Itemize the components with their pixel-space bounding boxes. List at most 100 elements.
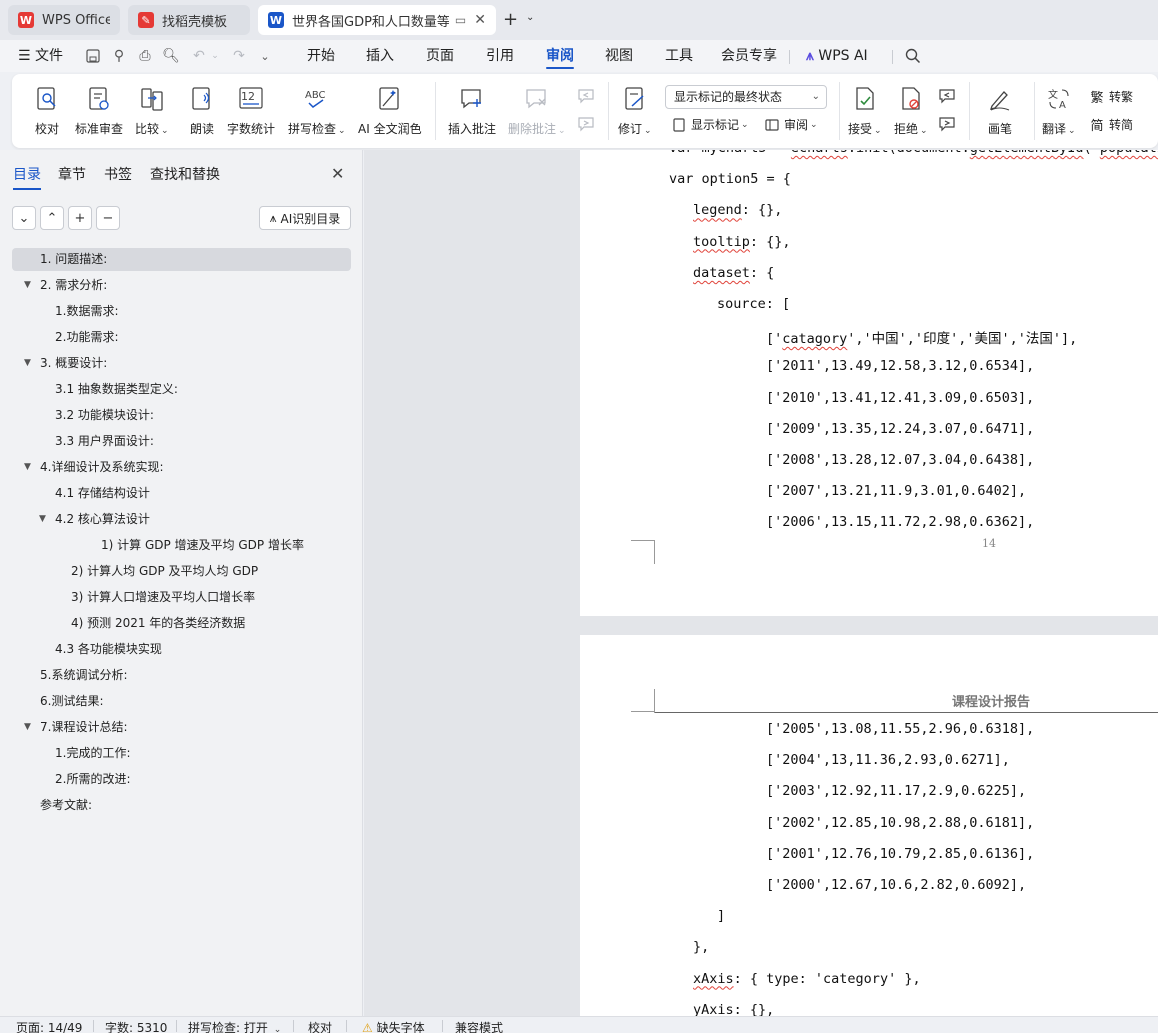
tab-bookmarks[interactable]: 书签 <box>104 164 132 184</box>
toc-item[interactable]: 2.功能需求: <box>12 326 351 349</box>
menu-start[interactable]: 开始 <box>307 40 335 72</box>
collapse-all-icon[interactable]: ⌃ <box>40 206 64 230</box>
status-divider <box>93 1020 94 1032</box>
insert-comment-button[interactable]: 插入批注 <box>448 84 496 137</box>
next-change-icon[interactable] <box>938 116 956 132</box>
compare-button[interactable]: 比较 ⌄ <box>135 84 169 137</box>
previous-change-icon[interactable] <box>938 88 956 104</box>
toc-item-label: 7.课程设计总结: <box>40 720 128 734</box>
tab-current-document[interactable]: W 世界各国GDP和人口数量等数 ▭ ✕ <box>258 5 496 35</box>
next-comment-icon[interactable] <box>577 116 595 132</box>
toc-item[interactable]: 4.1 存储结构设计 <box>12 482 351 505</box>
toc-item[interactable]: ▼ 7.课程设计总结: <box>12 716 351 739</box>
expand-triangle-icon[interactable]: ▼ <box>24 716 31 739</box>
link-icon[interactable]: ⚲ <box>109 46 129 66</box>
read-aloud-button[interactable]: 朗读 <box>187 84 217 137</box>
search-icon[interactable] <box>903 46 923 66</box>
toc-item[interactable]: 2) 计算人均 GDP 及平均人均 GDP <box>12 560 351 583</box>
review-pane-dropdown[interactable]: 审阅 ⌄ <box>764 116 818 133</box>
toc-item[interactable]: 参考文献: <box>12 794 351 817</box>
print-icon[interactable]: ⎙ <box>135 46 155 66</box>
reject-button[interactable]: 拒绝 ⌄ <box>894 84 928 137</box>
file-menu[interactable]: ☰ 文件 <box>18 40 63 72</box>
expand-triangle-icon[interactable]: ▼ <box>39 508 46 531</box>
toc-item[interactable]: 1. 问题描述: <box>12 248 351 271</box>
menu-references[interactable]: 引用 <box>486 40 514 72</box>
menu-page[interactable]: 页面 <box>426 40 454 72</box>
previous-comment-icon[interactable] <box>577 88 595 104</box>
monitor-icon[interactable]: ▭ <box>455 13 466 27</box>
toc-item[interactable]: ▼ 4.详细设计及系统实现: <box>12 456 351 479</box>
new-tab-icon[interactable]: + <box>503 9 518 30</box>
toc-item[interactable]: 1.完成的工作: <box>12 742 351 765</box>
proofread-button[interactable]: 校对 <box>32 84 62 137</box>
tab-chapters[interactable]: 章节 <box>58 164 86 184</box>
redo-icon[interactable]: ↷ <box>229 46 249 66</box>
word-count-button[interactable]: 12 字数统计 <box>227 84 275 137</box>
track-changes-button[interactable]: 修订 ⌄ <box>618 84 652 137</box>
spell-check-status[interactable]: 拼写检查: 打开 ⌄ <box>188 1019 281 1033</box>
close-icon[interactable]: ✕ <box>331 164 344 183</box>
spell-check-label: 拼写检查 ⌄ <box>288 122 346 136</box>
code-line: ['2007',13.21,11.9,3.01,0.6402], <box>766 483 1027 500</box>
standard-review-button[interactable]: 标准审查 <box>75 84 123 137</box>
expand-triangle-icon[interactable]: ▼ <box>24 456 31 479</box>
to-traditional-button[interactable]: 繁 转繁 <box>1089 88 1133 106</box>
code-line: ] <box>717 908 726 925</box>
remove-heading-icon[interactable]: − <box>96 206 120 230</box>
code-line: }, <box>693 939 710 956</box>
status-divider <box>346 1020 347 1032</box>
wps-ai-menu[interactable]: ⩚ WPS AI <box>806 40 868 72</box>
toc-item[interactable]: 2.所需的改进: <box>12 768 351 791</box>
toc-item[interactable]: 1.数据需求: <box>12 300 351 323</box>
tab-wps-office[interactable]: W WPS Office <box>8 5 120 35</box>
toc-item[interactable]: 5.系统调试分析: <box>12 664 351 687</box>
show-markup-dropdown[interactable]: 显示标记 ⌄ <box>671 116 749 133</box>
save-icon[interactable] <box>83 46 103 66</box>
toc-item[interactable]: 1) 计算 GDP 增速及平均 GDP 增长率 <box>12 534 351 557</box>
svg-text:12: 12 <box>241 90 255 103</box>
to-simplified-button[interactable]: 简 转简 <box>1089 116 1133 134</box>
translate-button[interactable]: 文A 翻译 ⌄ <box>1042 84 1076 137</box>
toc-item[interactable]: 3.1 抽象数据类型定义: <box>12 378 351 401</box>
undo-dropdown-icon[interactable]: ⌄ <box>205 46 225 66</box>
page-indicator[interactable]: 页面: 14/49 <box>16 1019 82 1033</box>
menu-tools[interactable]: 工具 <box>665 40 693 72</box>
menu-review[interactable]: 审阅 <box>546 40 574 72</box>
ribbon-divider <box>435 82 436 140</box>
toc-item[interactable]: ▼ 4.2 核心算法设计 <box>12 508 351 531</box>
tab-toc[interactable]: 目录 <box>13 164 41 190</box>
accept-button[interactable]: 接受 ⌄ <box>848 84 882 137</box>
ai-detect-toc-button[interactable]: ⩚ AI识别目录 <box>259 206 351 230</box>
menu-insert[interactable]: 插入 <box>366 40 394 72</box>
close-tab-icon[interactable]: ✕ <box>474 12 486 28</box>
toc-item[interactable]: 6.测试结果: <box>12 690 351 713</box>
more-quick-access-icon[interactable]: ⌄ <box>255 46 275 66</box>
delete-comment-button[interactable]: 删除批注 ⌄ <box>508 84 566 137</box>
tab-find-replace[interactable]: 查找和替换 <box>150 164 220 184</box>
toc-item[interactable]: ▼ 2. 需求分析: <box>12 274 351 297</box>
toc-item[interactable]: 3) 计算人口增速及平均人口增长率 <box>12 586 351 609</box>
toc-item[interactable]: 3.2 功能模块设计: <box>12 404 351 427</box>
menu-view[interactable]: 视图 <box>605 40 633 72</box>
toc-item[interactable]: 3.3 用户界面设计: <box>12 430 351 453</box>
print-preview-icon[interactable]: 🔍︎ <box>161 46 181 66</box>
tab-bar: W WPS Office ✎ 找稻壳模板 W 世界各国GDP和人口数量等数 ▭ … <box>0 0 1158 40</box>
spell-check-button[interactable]: ABC 拼写检查 ⌄ <box>288 84 346 137</box>
menu-member[interactable]: 会员专享 <box>721 40 777 72</box>
word-count-indicator[interactable]: 字数: 5310 <box>105 1019 167 1033</box>
expand-triangle-icon[interactable]: ▼ <box>24 352 31 375</box>
markup-mode-select[interactable]: 显示标记的最终状态 ⌄ <box>665 85 827 109</box>
pen-button[interactable]: 画笔 <box>985 84 1015 137</box>
missing-font-status[interactable]: ⚠ 缺失字体 <box>362 1019 425 1033</box>
tab-list-chevron-icon[interactable]: ⌄ <box>526 12 534 23</box>
toc-item[interactable]: ▼ 3. 概要设计: <box>12 352 351 375</box>
ai-polish-button[interactable]: AI 全文润色 <box>358 84 422 137</box>
toc-item[interactable]: 4.3 各功能模块实现 <box>12 638 351 661</box>
proof-status[interactable]: 校对 <box>308 1019 332 1033</box>
add-heading-icon[interactable]: + <box>68 206 92 230</box>
expand-triangle-icon[interactable]: ▼ <box>24 274 31 297</box>
expand-all-icon[interactable]: ⌄ <box>12 206 36 230</box>
toc-item[interactable]: 4) 预测 2021 年的各类经济数据 <box>12 612 351 635</box>
tab-docer-templates[interactable]: ✎ 找稻壳模板 <box>128 5 250 35</box>
